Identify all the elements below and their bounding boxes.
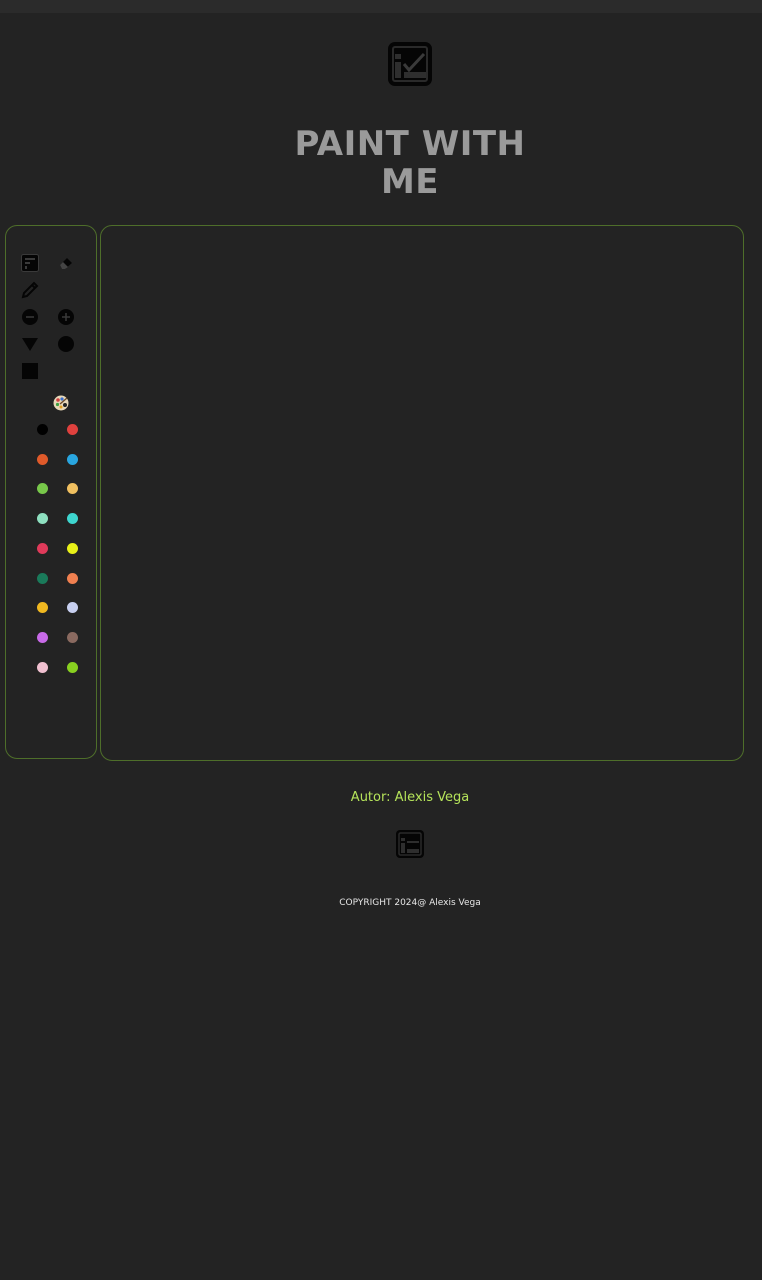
paint-board-icon	[388, 42, 432, 86]
top-bar	[0, 0, 762, 13]
color-swatch[interactable]	[37, 542, 48, 554]
eraser-icon[interactable]	[56, 253, 76, 273]
author-label: Autor: Alexis Vega	[350, 790, 470, 805]
board-icon[interactable]	[20, 253, 40, 273]
color-swatch[interactable]	[37, 631, 48, 643]
pencil-icon[interactable]	[20, 280, 40, 300]
plus-circle-icon[interactable]	[56, 307, 76, 327]
color-swatch[interactable]	[67, 542, 78, 554]
color-swatch[interactable]	[37, 661, 48, 673]
drawing-canvas[interactable]	[100, 225, 744, 761]
palette-icon[interactable]	[53, 395, 69, 411]
color-swatch[interactable]	[67, 572, 78, 584]
copyright-label: COPYRIGHT 2024@ Alexis Vega	[339, 898, 481, 908]
circle-icon[interactable]	[56, 334, 76, 354]
triangle-icon[interactable]	[20, 334, 40, 354]
color-swatch[interactable]	[67, 453, 78, 465]
paint-board-icon	[396, 830, 424, 858]
color-swatch[interactable]	[67, 424, 78, 435]
color-swatch[interactable]	[67, 631, 78, 643]
square-icon[interactable]	[20, 361, 40, 381]
color-swatch[interactable]	[37, 453, 48, 465]
color-swatch[interactable]	[37, 424, 48, 435]
toolbar	[5, 225, 97, 759]
color-swatch[interactable]	[67, 661, 78, 673]
color-swatch[interactable]	[37, 572, 48, 584]
page-title: PAINT WITH ME	[294, 124, 526, 202]
minus-circle-icon[interactable]	[20, 307, 40, 327]
